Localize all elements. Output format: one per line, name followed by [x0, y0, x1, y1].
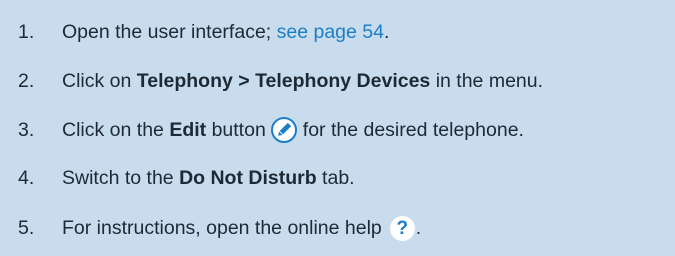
- step-number: 5.: [18, 216, 35, 239]
- step-text-after: in the menu.: [430, 69, 544, 92]
- step-number: 2.: [18, 69, 35, 92]
- step-number: 3.: [18, 118, 35, 141]
- page-reference-link[interactable]: see page 54: [277, 21, 384, 44]
- step-text-after: tab.: [316, 166, 355, 189]
- step-text-after: .: [383, 20, 390, 43]
- step-text: Click on Telephony > Telephony Devices i…: [62, 70, 543, 93]
- step-text-before: Open the user interface;: [62, 20, 277, 43]
- instruction-steps: 1. Open the user interface; see page 54 …: [0, 0, 675, 256]
- step-text-before: Click on the: [62, 118, 170, 141]
- step-text: Open the user interface; see page 54 .: [62, 21, 389, 44]
- edit-pencil-icon: [270, 117, 297, 143]
- step-text-after: .: [415, 216, 422, 239]
- step-number: 4.: [18, 166, 35, 189]
- step-text: For instructions, open the online help ?…: [62, 215, 422, 241]
- step-text-before: Click on: [62, 69, 137, 92]
- step-text-before: For instructions, open the online help: [62, 216, 382, 239]
- button-name: Edit: [169, 118, 207, 141]
- step-text: Switch to the Do Not Disturb tab.: [62, 167, 355, 190]
- help-icon: ?: [389, 215, 415, 241]
- step-text-after: for the desired telephone.: [302, 118, 524, 141]
- tab-name: Do Not Disturb: [179, 166, 317, 189]
- step-text: Click on the Edit button for the desired…: [62, 117, 524, 143]
- step-number: 1.: [18, 20, 35, 43]
- step-text-before: Switch to the: [62, 166, 180, 189]
- menu-path: Telephony > Telephony Devices: [136, 69, 431, 92]
- step-text-mid: button: [206, 118, 266, 141]
